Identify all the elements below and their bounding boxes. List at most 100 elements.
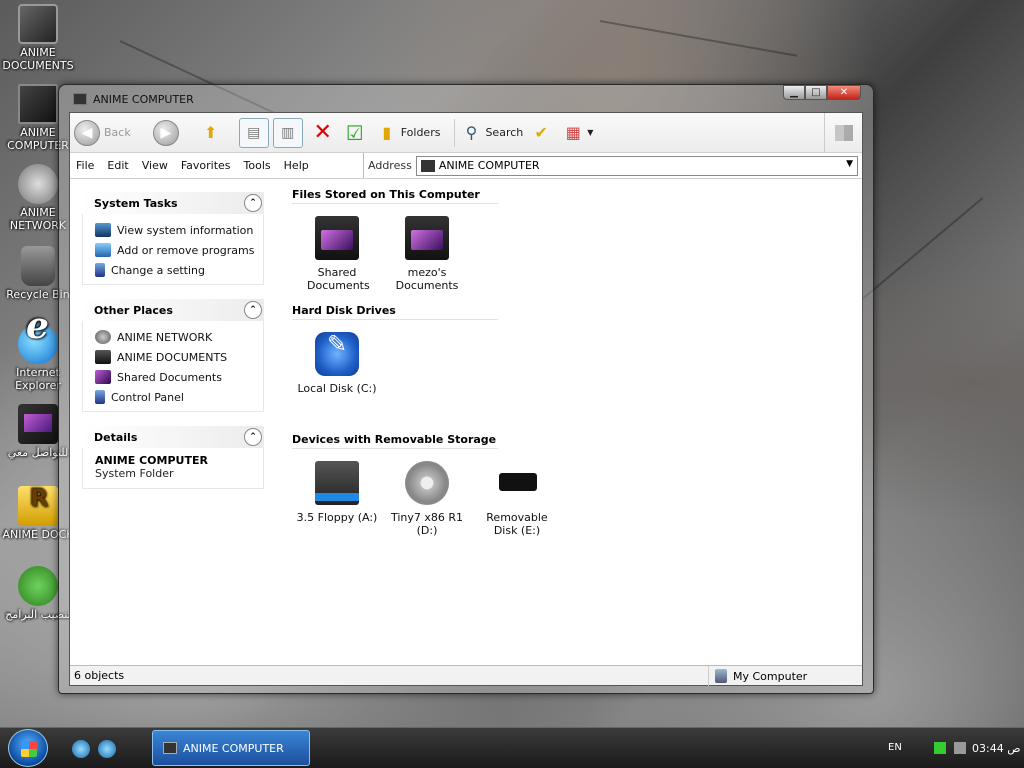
programs-icon (95, 243, 111, 257)
item-label: Local Disk (C:) (297, 382, 377, 395)
minimize-button[interactable]: ▁ (783, 85, 805, 100)
properties-button[interactable]: ☑ (345, 120, 369, 145)
language-indicator[interactable]: EN (888, 742, 902, 753)
collapse-icon[interactable]: ⌃ (244, 428, 262, 446)
shared-documents-item[interactable]: Shared Documents (292, 208, 382, 292)
chevron-down-icon[interactable]: ▼ (846, 159, 853, 169)
copy-to-icon: ▥ (272, 117, 303, 148)
shared-documents-link[interactable]: Shared Documents (95, 367, 263, 387)
anime-network-link[interactable]: ANIME NETWORK (95, 327, 263, 347)
floppy-item[interactable]: 3.5 Floppy (A:) (292, 453, 382, 537)
close-button[interactable]: ✕ (827, 85, 861, 100)
folder-check-icon: ✔ (534, 123, 548, 142)
menu-edit[interactable]: Edit (107, 159, 128, 172)
status-object-count: 6 objects (74, 669, 125, 682)
checkmark-icon: ☑ (345, 120, 364, 145)
menu-help[interactable]: Help (284, 159, 309, 172)
link-label: Control Panel (111, 390, 184, 404)
panel-header[interactable]: Other Places ⌃ (82, 299, 264, 321)
computer-icon (18, 84, 58, 124)
title-bar[interactable]: ANIME COMPUTER ▁ □ ✕ (59, 85, 873, 113)
menu-view[interactable]: View (142, 159, 168, 172)
forward-button[interactable]: ▶ (152, 119, 183, 146)
recycle-bin-icon (21, 246, 55, 286)
panel-title: Details (94, 430, 138, 444)
up-folder-button[interactable]: ⬆ (201, 123, 225, 143)
start-button[interactable] (8, 729, 48, 767)
internet-explorer-icon (18, 320, 58, 364)
drives-group: Local Disk (C:) (292, 324, 862, 395)
back-arrow-icon: ◀ (74, 119, 100, 146)
folders-icon: ▮ (382, 123, 392, 142)
menu-tools[interactable]: Tools (244, 159, 271, 172)
status-location: My Computer (733, 669, 808, 683)
panel-header[interactable]: System Tasks ⌃ (82, 192, 264, 214)
collapse-icon[interactable]: ⌃ (244, 301, 262, 319)
internet-explorer-icon[interactable] (72, 740, 90, 758)
move-to-button[interactable]: ▤ (238, 117, 271, 148)
folders-button[interactable]: ▮ Folders (377, 123, 440, 143)
views-button[interactable]: ▦ ▼ (563, 123, 594, 143)
taskbar-window-button[interactable]: ANIME COMPUTER (152, 730, 310, 766)
local-disk-item[interactable]: Local Disk (C:) (292, 324, 382, 395)
folder-icon (18, 404, 58, 444)
details-name: ANIME COMPUTER (95, 454, 208, 467)
user-documents-item[interactable]: mezo's Documents (382, 208, 472, 292)
back-label: Back (104, 126, 131, 139)
add-remove-programs-link[interactable]: Add or remove programs (95, 240, 263, 260)
documents-icon (95, 350, 111, 364)
my-computer-icon (715, 669, 727, 683)
change-setting-link[interactable]: Change a setting (95, 260, 263, 280)
menu-address-row: File Edit View Favorites Tools Help Addr… (70, 153, 862, 179)
chevron-down-icon: ▼ (587, 128, 594, 137)
usb-drive-icon (495, 461, 539, 505)
folder-icon (405, 216, 449, 260)
link-label: Change a setting (111, 263, 205, 277)
view-system-info-link[interactable]: View system information (95, 220, 263, 240)
explorer-window[interactable]: ANIME COMPUTER ▁ □ ✕ ◀ Back ▶ ⬆ ▤ ▥ ✕ ☑ … (58, 84, 874, 694)
details-type: System Folder (95, 467, 174, 480)
address-value: ANIME COMPUTER (438, 159, 540, 172)
panel-title: Other Places (94, 303, 173, 317)
collapse-icon[interactable]: ⌃ (244, 194, 262, 212)
other-places-panel: Other Places ⌃ ANIME NETWORK ANIME DOCUM… (82, 299, 264, 412)
link-label: View system information (117, 223, 254, 237)
clock[interactable]: 03:44 ص (972, 742, 1021, 755)
computer-icon (163, 742, 177, 754)
control-panel-link[interactable]: Control Panel (95, 387, 263, 407)
control-panel-icon (95, 390, 105, 404)
monitor-icon (95, 223, 111, 237)
cd-drive-item[interactable]: Tiny7 x86 R1 (D:) (382, 453, 472, 537)
removable-disk-item[interactable]: Removable Disk (E:) (472, 453, 562, 537)
copy-to-button[interactable]: ▥ (272, 117, 305, 148)
search-icon: ⚲ (465, 123, 478, 142)
anime-documents-link[interactable]: ANIME DOCUMENTS (95, 347, 263, 367)
menu-file[interactable]: File (76, 159, 94, 172)
volume-icon[interactable] (954, 742, 966, 754)
back-button[interactable]: ◀ Back (74, 119, 131, 146)
content-pane: Files Stored on This Computer Shared Doc… (274, 180, 862, 668)
settings-icon (95, 263, 105, 277)
delete-icon: ✕ (313, 120, 332, 145)
panel-header[interactable]: Details ⌃ (82, 426, 264, 448)
menu-bar: File Edit View Favorites Tools Help (70, 153, 364, 178)
documents-icon (18, 4, 58, 44)
status-zone: My Computer (708, 666, 864, 686)
internet-explorer-icon[interactable] (98, 740, 116, 758)
status-bar: 6 objects My Computer (70, 665, 864, 686)
computer-icon (420, 159, 435, 172)
network-status-icon[interactable] (934, 742, 946, 754)
search-button[interactable]: ⚲ Search (461, 123, 524, 143)
windows-logo-icon (824, 113, 862, 152)
menu-favorites[interactable]: Favorites (181, 159, 231, 172)
item-label: mezo's Documents (395, 266, 459, 292)
maximize-button[interactable]: □ (805, 85, 827, 100)
folder-options-button[interactable]: ✔ (531, 123, 555, 143)
address-input[interactable]: ANIME COMPUTER ▼ (415, 155, 858, 176)
group-title-files: Files Stored on This Computer (292, 188, 498, 204)
window-client: ◀ Back ▶ ⬆ ▤ ▥ ✕ ☑ ▮ Folders ⚲ Search ✔ … (69, 112, 863, 686)
delete-button[interactable]: ✕ (313, 120, 337, 145)
address-bar: Address ANIME COMPUTER ▼ (364, 153, 862, 178)
desktop-icon-anime-documents[interactable]: ANIME DOCUMENTS (0, 4, 76, 72)
item-label: Shared Documents (307, 266, 370, 292)
